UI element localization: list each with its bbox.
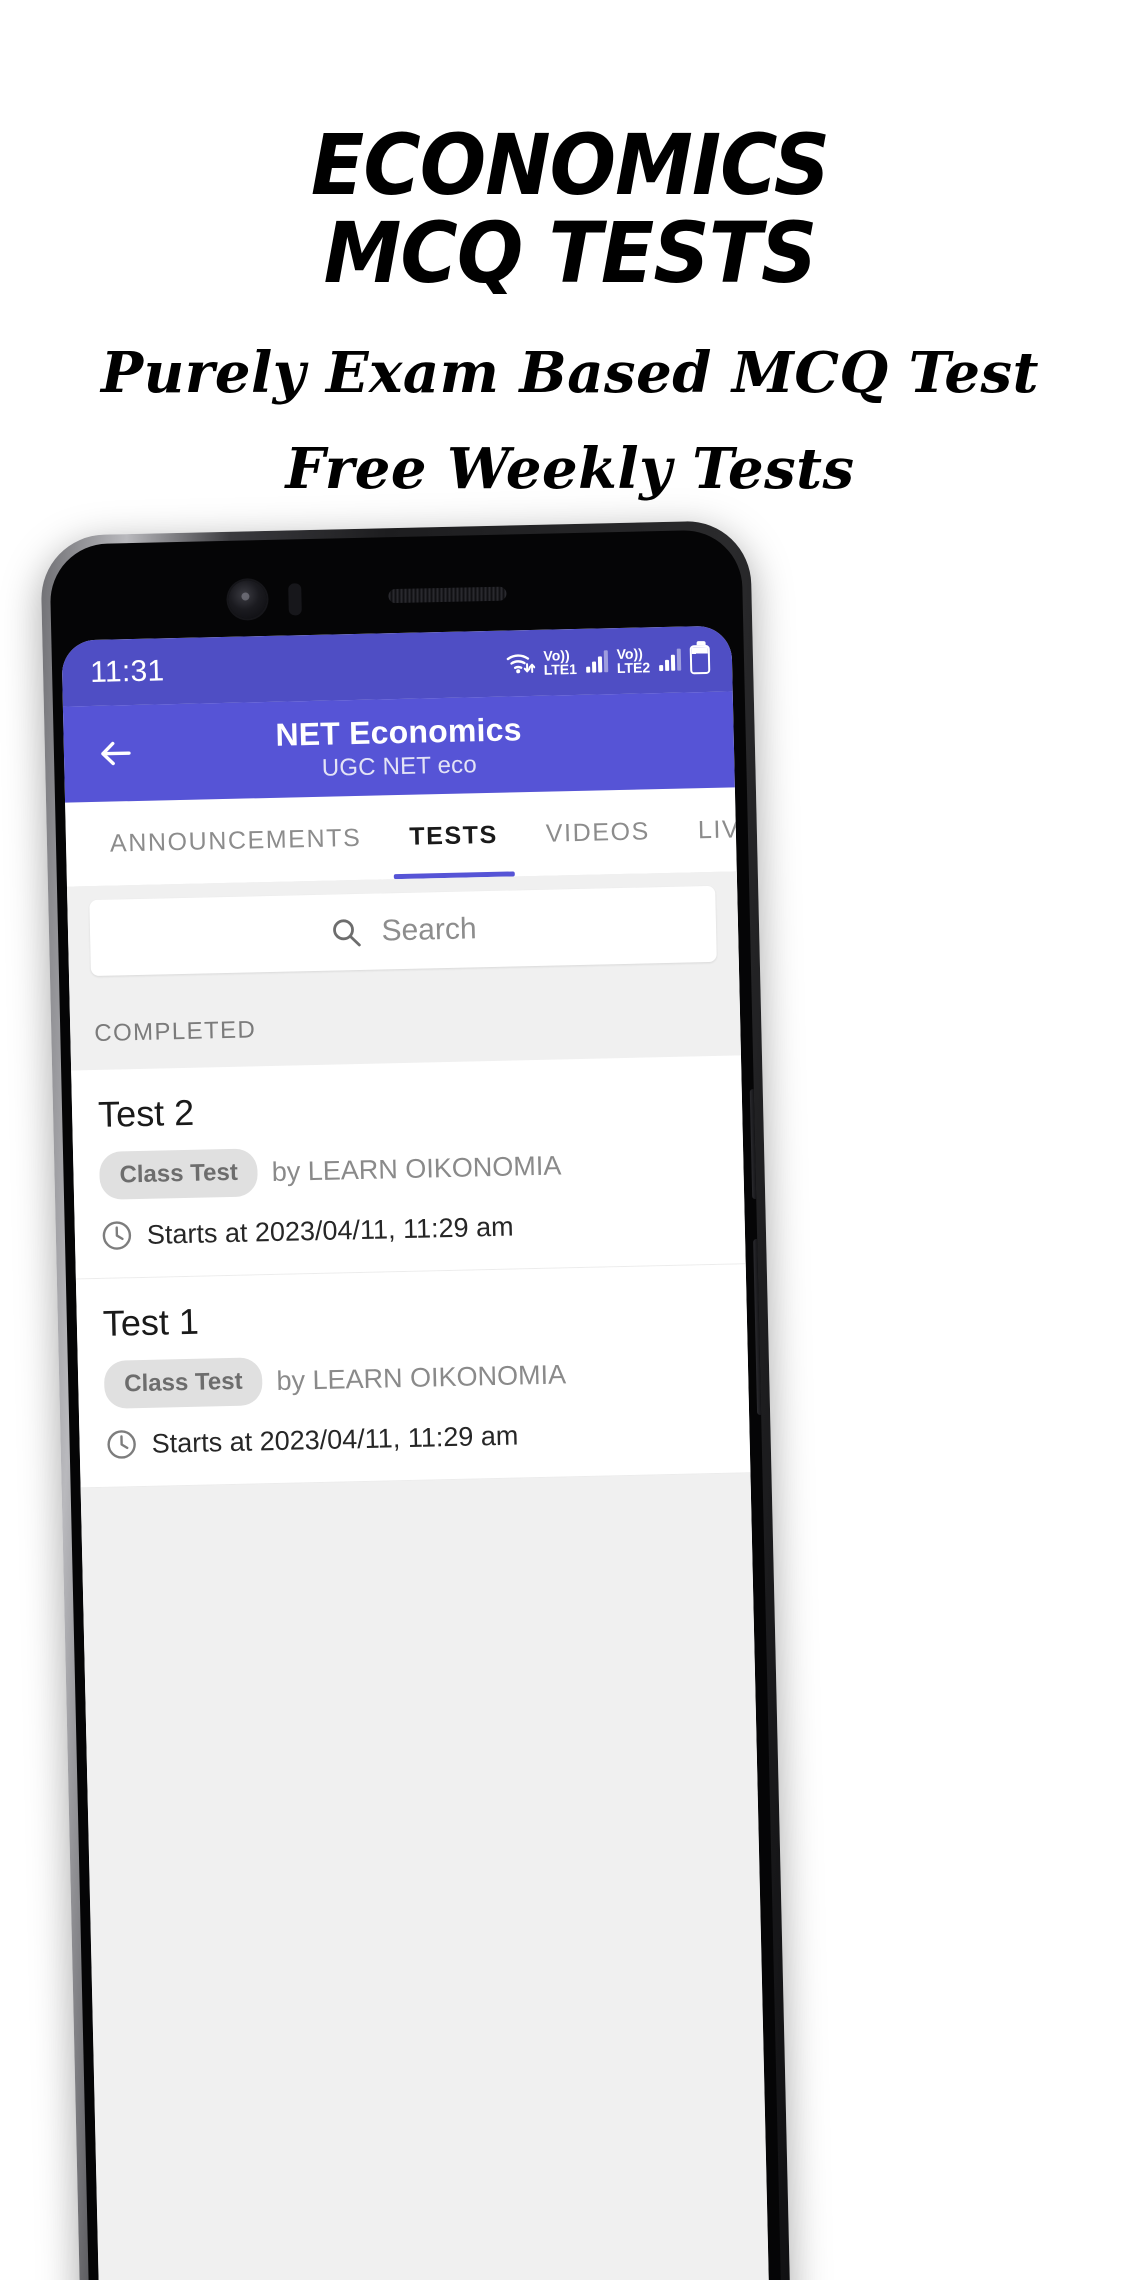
clock-icon: [101, 1219, 134, 1252]
volte1-bottom-label: LTE1: [543, 660, 578, 678]
tab-tests-label: TESTS: [408, 820, 499, 851]
test-title: Test 2: [97, 1091, 195, 1135]
test-list-item[interactable]: Test 1 Class Test by LEARN OIKONOMIA Sta…: [75, 1264, 751, 1489]
status-badge: Class Test: [103, 1357, 264, 1409]
tab-live[interactable]: LIVE: [673, 787, 737, 872]
page-subtitle: UGC NET eco: [321, 750, 478, 782]
tab-announcements-label: ANNOUNCEMENTS: [109, 823, 362, 858]
phone-bezel: 11:31 Vo)) LTE1 Vo)) LTE2 NET Economics …: [49, 529, 782, 2280]
status-badge: Class Test: [98, 1148, 259, 1200]
search-placeholder: Search: [381, 912, 477, 948]
front-camera-icon: [228, 579, 267, 619]
tab-bar[interactable]: ANNOUNCEMENTS TESTS VIDEOS LIVE: [65, 787, 737, 887]
promo-subtitle-1: Purely Exam Based MCQ Test: [101, 339, 1039, 406]
page-title: NET Economics: [275, 710, 523, 753]
volte2-icon: Vo)) LTE2: [616, 645, 651, 677]
empty-space: [80, 1473, 758, 1809]
tab-announcements[interactable]: ANNOUNCEMENTS: [85, 795, 386, 886]
clock-icon: [105, 1428, 138, 1461]
phone-device-frame: 11:31 Vo)) LTE1 Vo)) LTE2 NET Economics …: [40, 519, 791, 2280]
wifi-icon: [504, 650, 535, 677]
promo-subtitle-2: Free Weekly Tests: [285, 435, 855, 502]
promo-title-line1: ECONOMICS: [310, 116, 830, 214]
volte2-bottom-label: LTE2: [616, 659, 651, 677]
phone-screen: 11:31 Vo)) LTE1 Vo)) LTE2 NET Economics …: [61, 625, 770, 2280]
promo-banner: ECONOMICS MCQ TESTS Purely Exam Based MC…: [0, 0, 1140, 502]
search-icon: [329, 915, 364, 950]
test-start-time: Starts at 2023/04/11, 11:29 am: [151, 1419, 519, 1459]
tests-content: Search COMPLETED Test 2 Class Test by LE…: [66, 871, 770, 2280]
volume-button[interactable]: [753, 1238, 764, 1416]
status-bar-clock: 11:31: [89, 654, 165, 689]
back-button[interactable]: [91, 730, 138, 777]
search-input[interactable]: Search: [89, 885, 717, 977]
promo-title-line2: MCQ TESTS: [323, 203, 818, 302]
power-button[interactable]: [749, 1089, 759, 1200]
test-title: Test 1: [102, 1300, 200, 1344]
app-bar: NET Economics UGC NET eco: [62, 691, 735, 803]
tab-videos[interactable]: VIDEOS: [521, 789, 675, 876]
proximity-sensor-icon: [288, 583, 302, 616]
test-list-item[interactable]: Test 2 Class Test by LEARN OIKONOMIA Sta…: [71, 1055, 746, 1280]
earpiece-speaker-icon: [388, 586, 507, 604]
test-start-time: Starts at 2023/04/11, 11:29 am: [146, 1211, 514, 1250]
phone-top-bezel: [49, 529, 743, 641]
test-author: by LEARN OIKONOMIA: [276, 1358, 567, 1396]
tab-tests[interactable]: TESTS: [384, 792, 522, 879]
test-author: by LEARN OIKONOMIA: [271, 1149, 562, 1187]
signal-bars-2-icon: [659, 648, 682, 672]
battery-icon: [689, 644, 711, 674]
promo-title: ECONOMICS MCQ TESTS: [40, 0, 1100, 302]
tab-videos-label: VIDEOS: [545, 816, 651, 848]
tab-live-label: LIVE: [697, 814, 737, 844]
signal-bars-1-icon: [585, 650, 609, 673]
volte1-icon: Vo)) LTE1: [543, 647, 578, 678]
